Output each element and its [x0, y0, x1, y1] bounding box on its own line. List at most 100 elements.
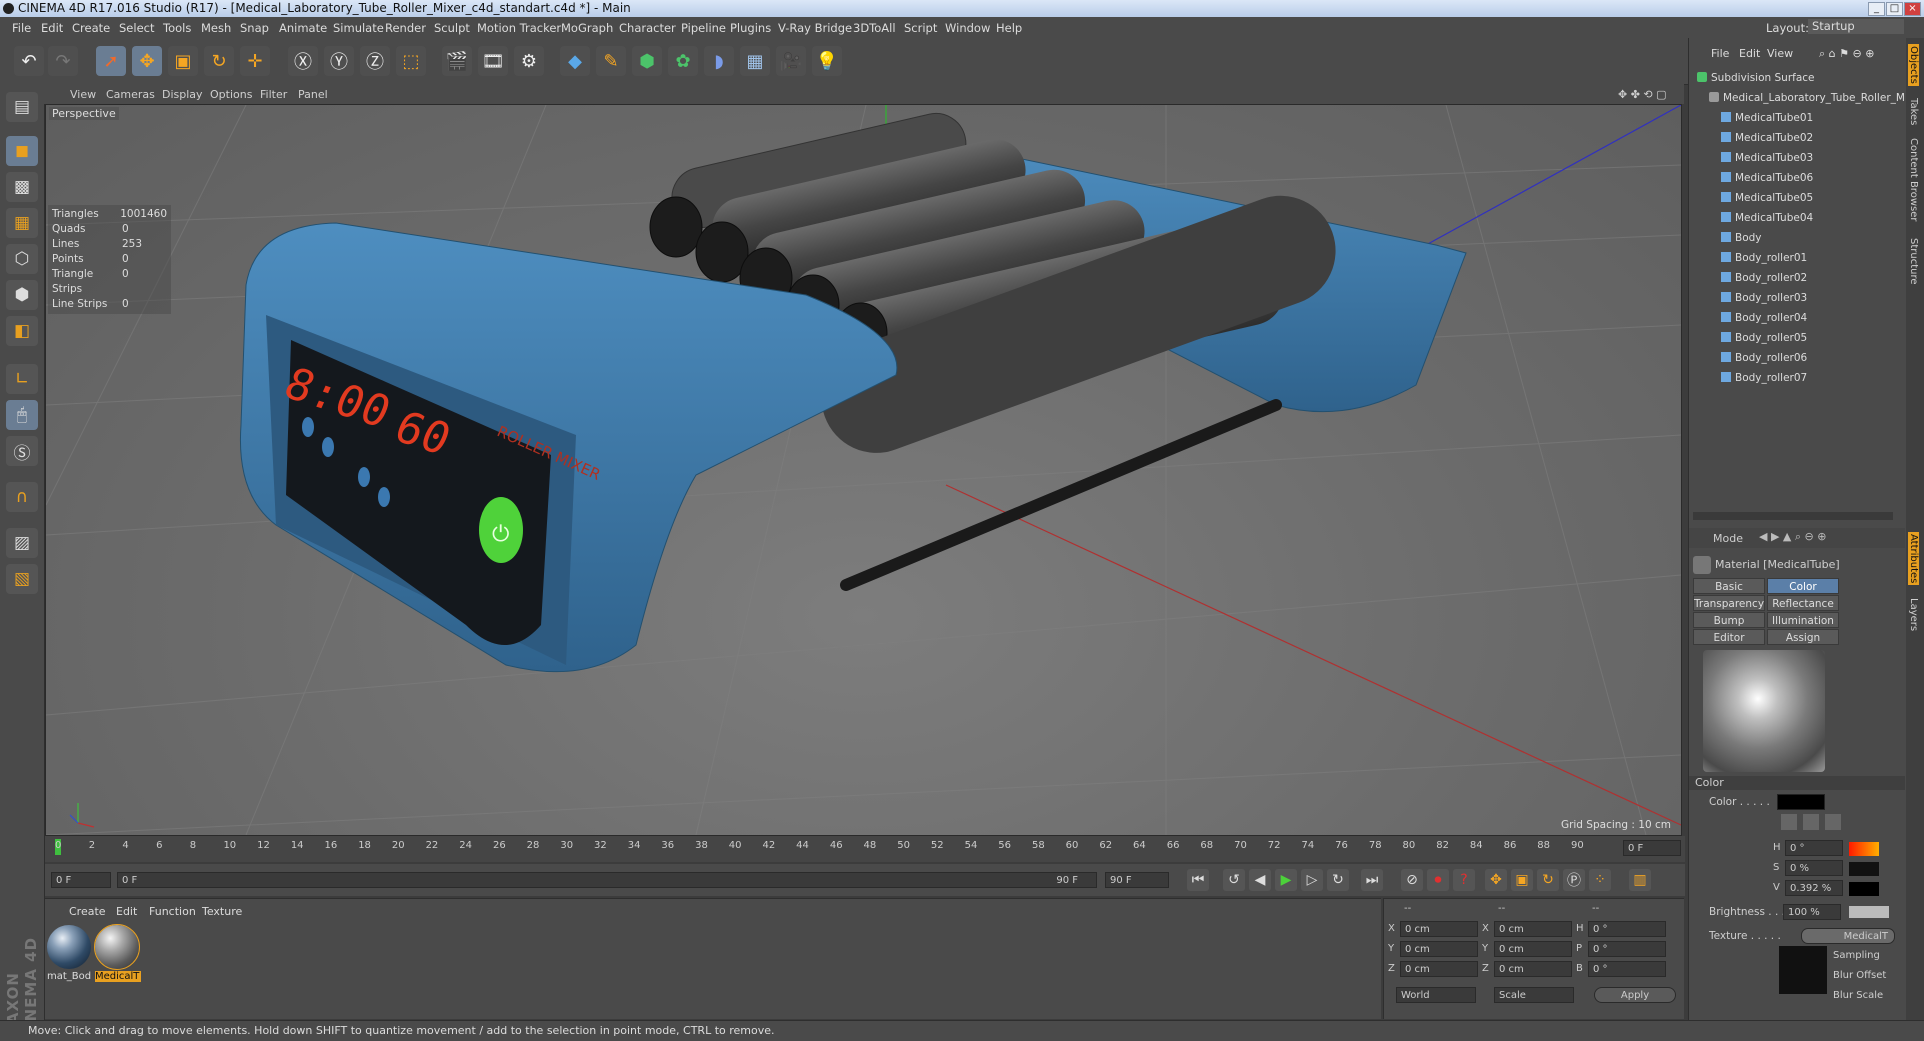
key-parameter-icon[interactable]: Ⓟ — [1563, 869, 1585, 891]
polygons-mode-icon[interactable]: ◧ — [6, 316, 38, 346]
tweak-mode-icon[interactable]: 🖱 — [6, 400, 38, 430]
object-tree-item[interactable]: Body_roller07 — [1691, 368, 1924, 388]
z-axis-lock-icon[interactable]: Ⓩ — [360, 46, 390, 76]
texture-option-blur-offset[interactable]: Blur Offset — [1833, 970, 1886, 981]
obj-menu-edit[interactable]: Edit — [1739, 47, 1760, 60]
hue-slider[interactable] — [1849, 842, 1879, 856]
menu-simulate[interactable]: Simulate — [333, 21, 384, 35]
menu-tools[interactable]: Tools — [163, 21, 191, 35]
go-to-start-icon[interactable]: ⏮ — [1187, 869, 1209, 891]
saturation-slider[interactable] — [1849, 862, 1879, 876]
lock-workplane-icon[interactable]: ▨ — [6, 528, 38, 558]
axis-mode-icon[interactable]: ∟ — [6, 364, 38, 394]
obj-menu-view[interactable]: View — [1767, 47, 1793, 60]
subdivision-surface-icon[interactable]: ⬢ — [632, 46, 662, 76]
material-label[interactable]: mat_Bod — [47, 971, 93, 982]
mat-menu-create[interactable]: Create — [69, 905, 106, 918]
floor-icon[interactable]: ▦ — [740, 46, 770, 76]
attribute-tab[interactable]: Editor — [1693, 629, 1765, 645]
brightness-field[interactable]: 100 % — [1783, 904, 1841, 920]
start-frame-field[interactable]: 0 F — [51, 872, 111, 888]
attribute-tab[interactable]: Color — [1767, 578, 1839, 594]
3d-viewport[interactable]: 8:00 60 ROLLER MIXER ⏻ Perspective Trian… — [45, 104, 1682, 836]
menu-help[interactable]: Help — [996, 21, 1022, 35]
close-button[interactable]: × — [1904, 2, 1921, 16]
mat-menu-texture[interactable]: Texture — [202, 905, 242, 918]
coord-value-field[interactable]: 0 cm — [1400, 961, 1478, 977]
key-rotation-icon[interactable]: ↻ — [1537, 869, 1559, 891]
move-tool-icon[interactable]: ✥ — [132, 46, 162, 76]
model-mode-icon[interactable]: ◼ — [6, 136, 38, 166]
play-icon[interactable]: ▶ — [1275, 869, 1297, 891]
menu-edit[interactable]: Edit — [41, 21, 63, 35]
minimize-button[interactable]: _ — [1868, 2, 1885, 16]
object-tree-item[interactable]: MedicalTube05 — [1691, 188, 1924, 208]
menu-3dtoall[interactable]: 3DToAll — [853, 21, 896, 35]
side-tab-takes[interactable]: Takes — [1908, 98, 1919, 125]
autokey-icon[interactable]: ? — [1453, 869, 1475, 891]
object-tree-item[interactable]: Subdivision Surface — [1691, 68, 1907, 88]
object-tree-item[interactable]: Body_roller06 — [1691, 348, 1924, 368]
scale-tool-icon[interactable]: ▣ — [168, 46, 198, 76]
color-picker-spectrum-icon[interactable] — [1803, 814, 1819, 830]
menu-vray-bridge[interactable]: V-Ray Bridge — [778, 21, 852, 35]
menu-character[interactable]: Character — [619, 21, 676, 35]
coord-value-field[interactable]: 0 ° — [1588, 941, 1666, 957]
object-tree-item[interactable]: MedicalTube06 — [1691, 168, 1924, 188]
select-arrow-icon[interactable]: ➚ — [96, 46, 126, 76]
color-swatch[interactable] — [1777, 794, 1825, 810]
layout-dropdown[interactable]: Startup — [1808, 19, 1904, 34]
live-selection-icon[interactable]: ✛ — [240, 46, 270, 76]
y-axis-lock-icon[interactable]: Ⓨ — [324, 46, 354, 76]
attribute-tab[interactable]: Assign — [1767, 629, 1839, 645]
object-tree-item[interactable]: MedicalTube01 — [1691, 108, 1924, 128]
object-tree-item[interactable]: MedicalTube04 — [1691, 208, 1924, 228]
attribute-tab[interactable]: Illumination — [1767, 612, 1839, 628]
x-axis-lock-icon[interactable]: Ⓧ — [288, 46, 318, 76]
mat-menu-edit[interactable]: Edit — [116, 905, 137, 918]
render-picture-viewer-icon[interactable]: 🎞 — [478, 46, 508, 76]
hsv-field[interactable]: 0 ° — [1785, 840, 1843, 856]
object-tree-item[interactable]: MedicalTube03 — [1691, 148, 1924, 168]
attribute-tab[interactable]: Transparency — [1693, 595, 1765, 611]
material-swatch-selected[interactable] — [94, 924, 140, 970]
attribute-tab[interactable]: Reflectance — [1767, 595, 1839, 611]
menu-create[interactable]: Create — [72, 21, 110, 35]
viewport-menu-filter[interactable]: Filter — [260, 88, 287, 101]
obj-menu-file[interactable]: File — [1711, 47, 1729, 60]
menu-select[interactable]: Select — [119, 21, 154, 35]
attribute-tab[interactable]: Basic — [1693, 578, 1765, 594]
key-pla-icon[interactable]: ⁘ — [1589, 869, 1611, 891]
planar-workplane-icon[interactable]: ▧ — [6, 564, 38, 594]
object-tree-item[interactable]: Medical_Laboratory_Tube_Roller_M — [1691, 88, 1919, 108]
object-tree-item[interactable]: Body_roller04 — [1691, 308, 1924, 328]
apply-button[interactable]: Apply — [1594, 987, 1676, 1003]
light-icon[interactable]: 💡 — [812, 46, 842, 76]
menu-script[interactable]: Script — [904, 21, 937, 35]
coord-value-field[interactable]: 0 cm — [1494, 941, 1572, 957]
menu-window[interactable]: Window — [945, 21, 990, 35]
coord-space-dropdown[interactable]: World — [1396, 987, 1476, 1003]
key-scale-icon[interactable]: ▣ — [1511, 869, 1533, 891]
side-tab-attributes[interactable]: Attributes — [1908, 532, 1919, 586]
timeline-window-icon[interactable]: ▥ — [1629, 869, 1651, 891]
viewport-menu-cameras[interactable]: Cameras — [106, 88, 155, 101]
undo-icon[interactable]: ↶ — [14, 46, 44, 76]
camera-icon[interactable]: 🎥 — [776, 46, 806, 76]
timeline-ruler[interactable]: 0 2 4 6 8 10 12 14 16 18 20 22 24 26 28 30 32 34 36 38 40 42 4… — [45, 836, 1685, 862]
magnet-icon[interactable]: ∩ — [6, 482, 38, 512]
coord-value-field[interactable]: 0 ° — [1588, 921, 1666, 937]
viewport-nav-icon[interactable]: ✥ ✤ ⟲ ▢ — [1618, 88, 1667, 101]
object-tree-item[interactable]: Body_roller02 — [1691, 268, 1924, 288]
next-frame-icon[interactable]: ▷ — [1301, 869, 1323, 891]
side-tab-objects[interactable]: Objects — [1908, 44, 1919, 86]
menu-animate[interactable]: Animate — [279, 21, 327, 35]
current-frame-field[interactable]: 0 F — [1623, 840, 1681, 856]
coord-value-field[interactable]: 0 cm — [1494, 921, 1572, 937]
render-view-icon[interactable]: 🎬 — [442, 46, 472, 76]
color-picker-wheel-icon[interactable] — [1781, 814, 1797, 830]
material-label-selected[interactable]: MedicalT — [95, 971, 141, 982]
hsv-field[interactable]: 0 % — [1785, 860, 1843, 876]
snap-icon[interactable]: Ⓢ — [6, 436, 38, 466]
pen-spline-icon[interactable]: ✎ — [596, 46, 626, 76]
